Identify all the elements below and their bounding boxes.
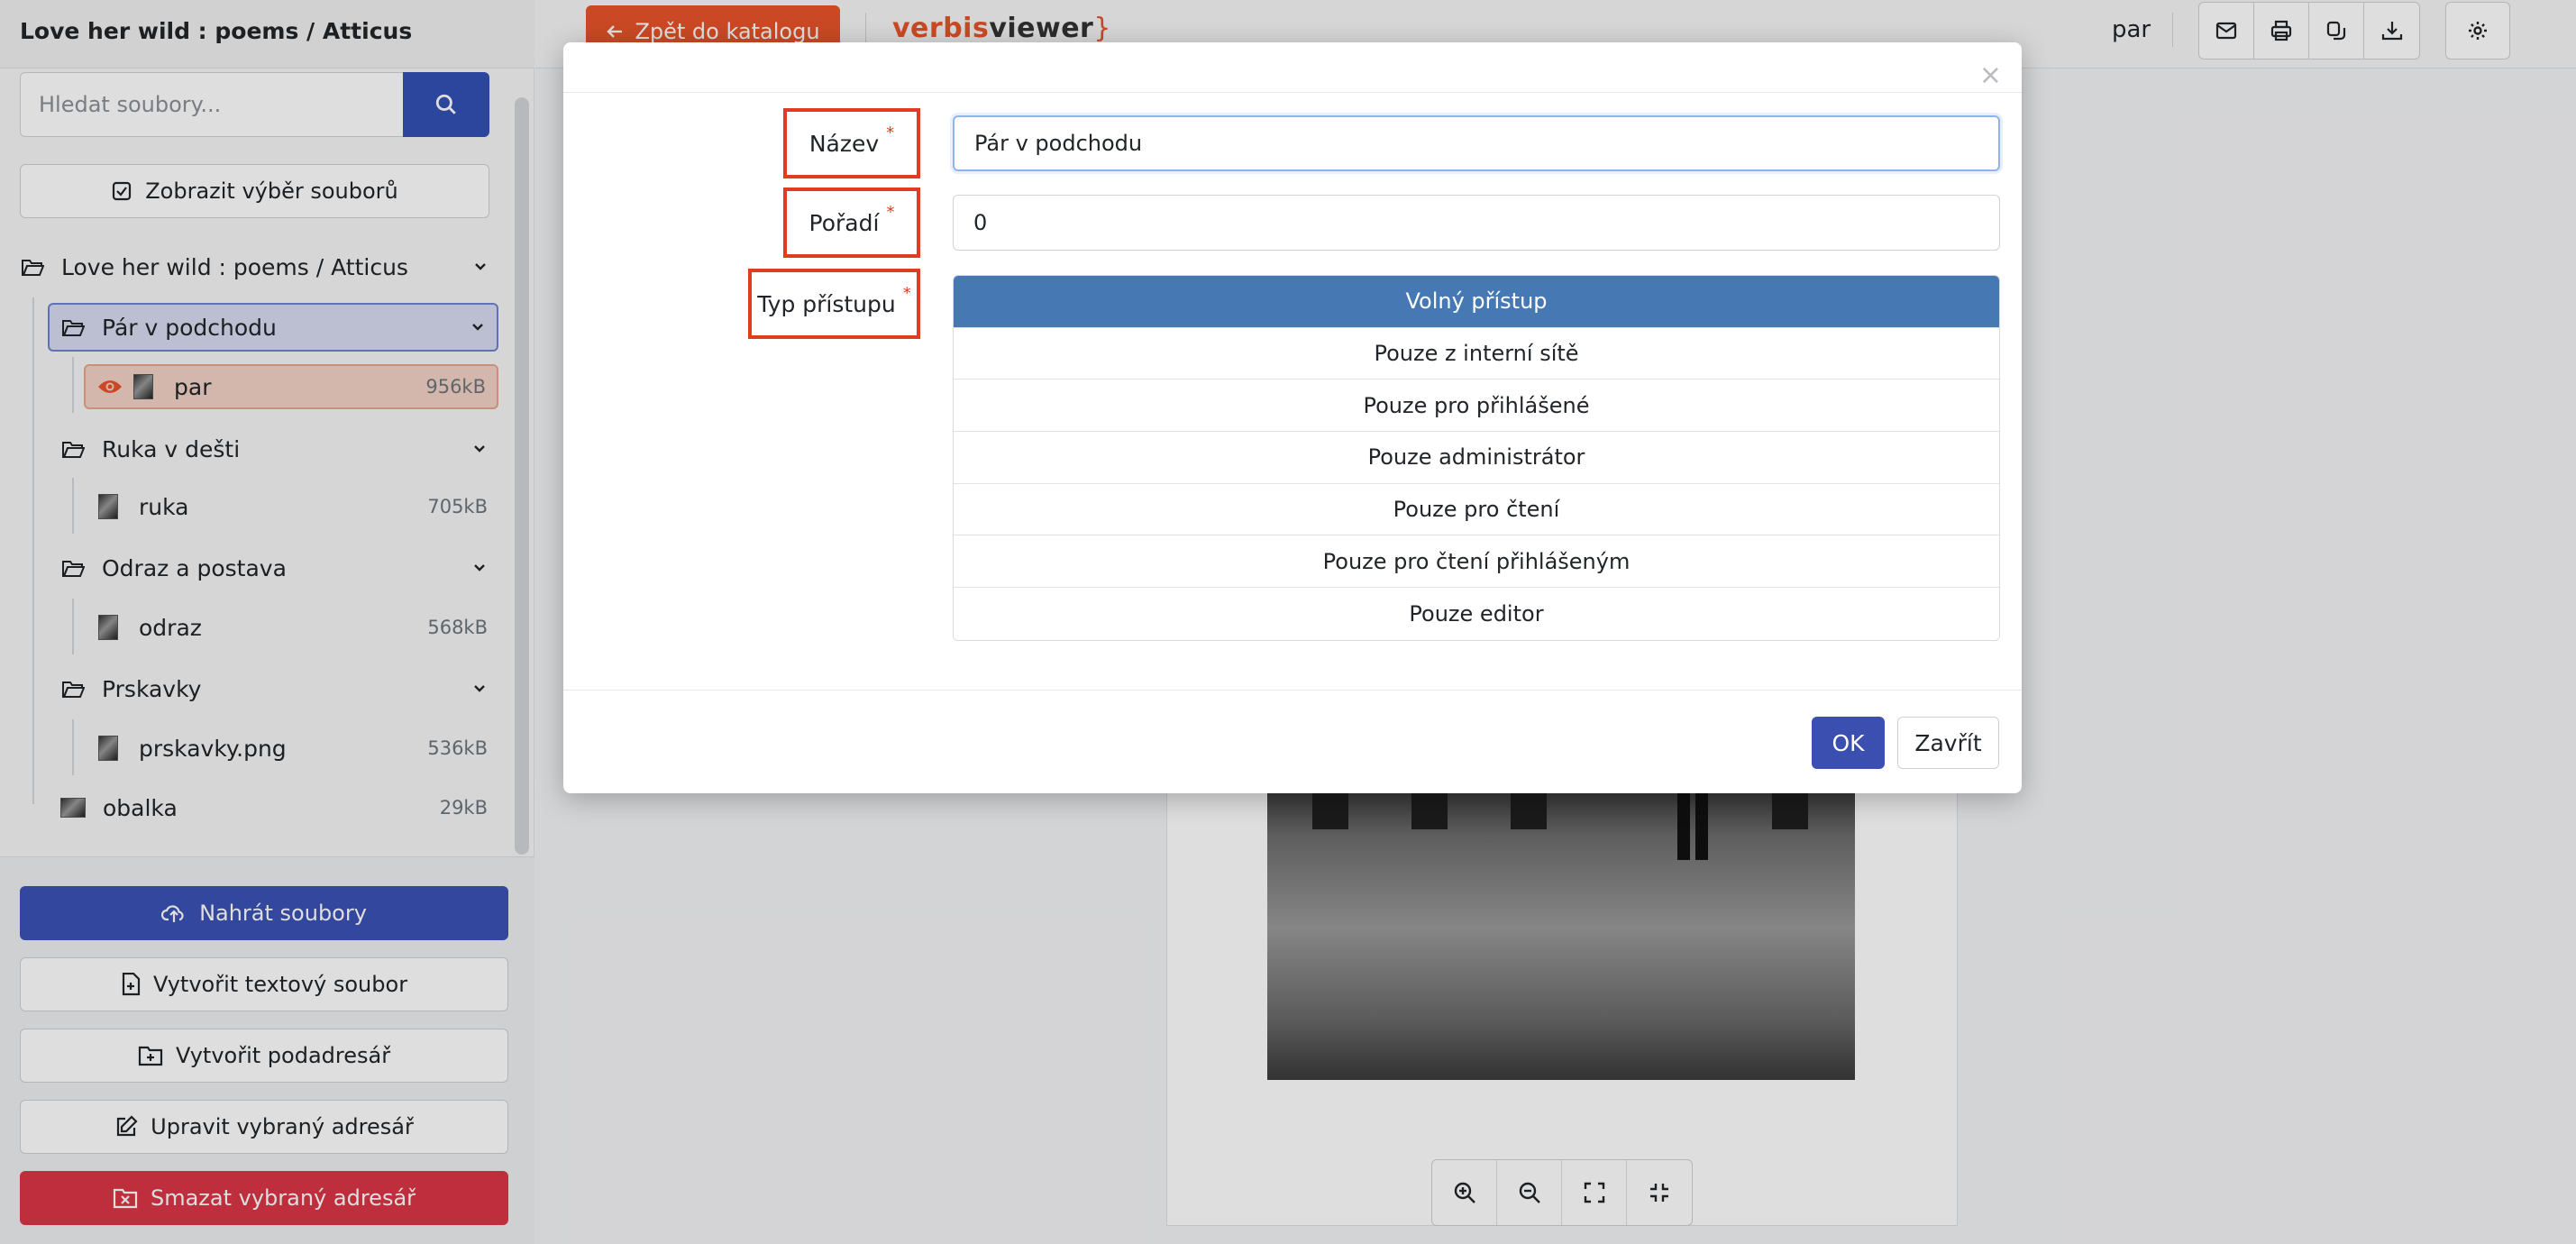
name-field[interactable] <box>953 115 2000 171</box>
name-label: Název * <box>783 108 920 178</box>
order-field[interactable] <box>953 195 2000 251</box>
access-type-label: Typ přístupu * <box>748 269 920 339</box>
access-option-logged-in[interactable]: Pouze pro přihlášené <box>954 380 1999 433</box>
access-option-read-only[interactable]: Pouze pro čtení <box>954 483 1999 536</box>
edit-folder-dialog: × Název* Pořadí* Typ přístupu* Volný pří… <box>563 42 2022 793</box>
access-option-free[interactable]: Volný přístup <box>954 276 1999 328</box>
access-option-admin[interactable]: Pouze administrátor <box>954 432 1999 484</box>
modal-header: × <box>563 42 2022 93</box>
order-label: Pořadí * <box>783 188 920 258</box>
required-mark: * <box>886 123 895 142</box>
access-option-read-only-logged-in[interactable]: Pouze pro čtení přihlášeným <box>954 535 1999 589</box>
access-option-editor[interactable]: Pouze editor <box>954 588 1999 640</box>
modal-footer <box>563 690 2022 793</box>
ok-button[interactable]: OK <box>1812 717 1885 769</box>
close-button[interactable]: Zavřít <box>1897 717 1999 769</box>
required-mark: * <box>886 202 895 222</box>
required-mark: * <box>902 283 911 303</box>
access-option-internal-network[interactable]: Pouze z interní sítě <box>954 327 1999 380</box>
close-icon[interactable]: × <box>1979 62 2002 89</box>
access-type-list: Volný přístup Pouze z interní sítě Pouze… <box>953 275 2000 641</box>
